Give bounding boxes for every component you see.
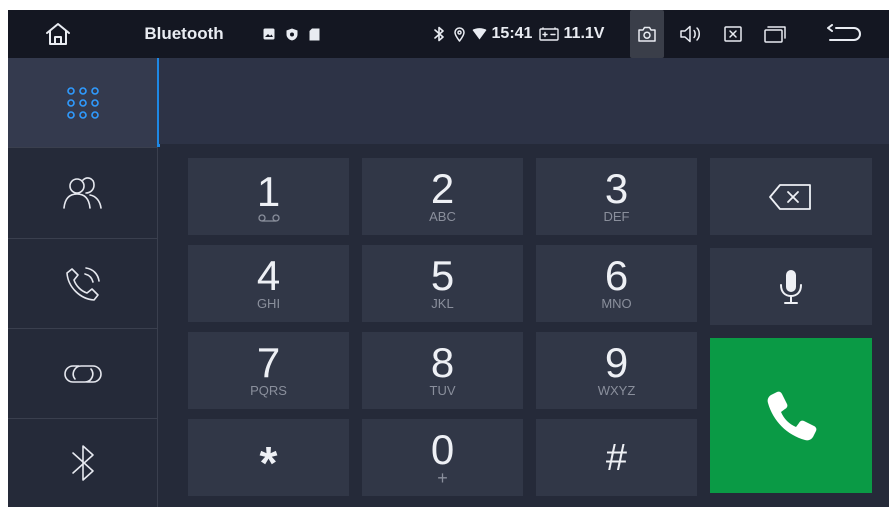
key-letters: WXYZ	[597, 383, 636, 398]
key-letters: +	[437, 467, 448, 488]
key-digit: 5	[430, 252, 455, 299]
key-5[interactable]: 5 JKL	[362, 245, 523, 322]
key-digit: 9	[604, 339, 629, 386]
head-unit-display: Bluetooth 15:41 11.1V 1 2 ABC 3 DEF 4 GH…	[8, 10, 889, 507]
back-button[interactable]	[824, 10, 864, 58]
key-letters: JKL	[431, 296, 454, 311]
back-icon	[827, 24, 861, 41]
key-digit: 0	[430, 425, 455, 473]
voice-dial-button[interactable]	[710, 248, 872, 325]
number-display[interactable]	[159, 58, 889, 144]
camera-icon	[638, 26, 656, 42]
sidebar-item-dialpad[interactable]	[8, 58, 160, 147]
key-letters: PQRS	[250, 383, 287, 398]
key-letters: DEF	[603, 209, 630, 224]
key-letters: TUV	[429, 383, 456, 398]
close-app-icon	[724, 26, 742, 42]
key-digit: *	[259, 436, 278, 489]
key-7[interactable]: 7 PQRS	[188, 332, 349, 409]
home-icon	[46, 23, 70, 45]
key-8[interactable]: 8 TUV	[362, 332, 523, 409]
key-2[interactable]: 2 ABC	[362, 158, 523, 235]
key-6[interactable]: 6 MNO	[536, 245, 697, 322]
key-letters: MNO	[601, 296, 632, 311]
key-digit: 3	[604, 165, 629, 212]
sd-card-icon	[307, 10, 321, 58]
sidebar-item-device-link[interactable]	[8, 329, 158, 418]
phone-call-icon	[66, 266, 100, 301]
key-digit: 1	[256, 167, 281, 215]
key-digit: 7	[256, 339, 281, 386]
recent-apps-button[interactable]	[760, 10, 790, 58]
voicemail-icon	[257, 213, 280, 222]
key-letters: ABC	[429, 209, 456, 224]
recent-apps-icon	[764, 26, 786, 43]
status-bar: Bluetooth 15:41 11.1V	[8, 10, 889, 58]
key-hash[interactable]: #	[536, 419, 697, 496]
key-4[interactable]: 4 GHI	[188, 245, 349, 322]
key-letters: GHI	[256, 296, 281, 311]
wifi-icon	[471, 10, 487, 58]
bluetooth-icon	[432, 10, 446, 58]
key-digit: 2	[430, 165, 455, 212]
link-icon	[64, 364, 102, 383]
microphone-icon	[780, 269, 802, 304]
key-9[interactable]: 9 WXYZ	[536, 332, 697, 409]
sidebar-item-contacts[interactable]	[8, 148, 158, 238]
backspace-button[interactable]	[710, 158, 872, 235]
screen: Bluetooth 15:41 11.1V 1 2 ABC 3 DEF 4 GH…	[0, 0, 892, 507]
location-icon	[452, 10, 466, 58]
backspace-icon	[769, 183, 811, 210]
key-1[interactable]: 1	[188, 158, 349, 235]
clock: 15:41	[491, 25, 533, 42]
key-star[interactable]: *	[188, 419, 349, 496]
home-button[interactable]	[38, 10, 78, 58]
shield-icon	[285, 10, 299, 58]
dialpad-icon	[67, 86, 99, 119]
volume-icon	[680, 25, 700, 43]
gallery-icon	[262, 10, 276, 58]
voltage-readout: 11.1V	[563, 25, 605, 42]
contacts-icon	[63, 177, 102, 209]
phone-handset-icon	[767, 391, 817, 440]
call-button[interactable]	[710, 338, 872, 493]
app-title: Bluetooth	[144, 24, 224, 43]
sidebar-item-call-log[interactable]	[8, 239, 158, 328]
camera-button[interactable]	[630, 10, 664, 58]
close-app-button[interactable]	[718, 10, 748, 58]
key-3[interactable]: 3 DEF	[536, 158, 697, 235]
sidebar	[8, 58, 160, 507]
key-0[interactable]: 0 +	[362, 419, 523, 496]
sidebar-item-bluetooth-settings[interactable]	[8, 419, 158, 507]
key-digit: 8	[430, 339, 455, 386]
key-digit: 4	[256, 252, 281, 299]
key-digit: #	[605, 436, 628, 479]
bluetooth-icon	[72, 445, 94, 481]
battery-icon	[538, 10, 560, 58]
volume-button[interactable]	[676, 10, 706, 58]
key-digit: 6	[604, 252, 629, 299]
